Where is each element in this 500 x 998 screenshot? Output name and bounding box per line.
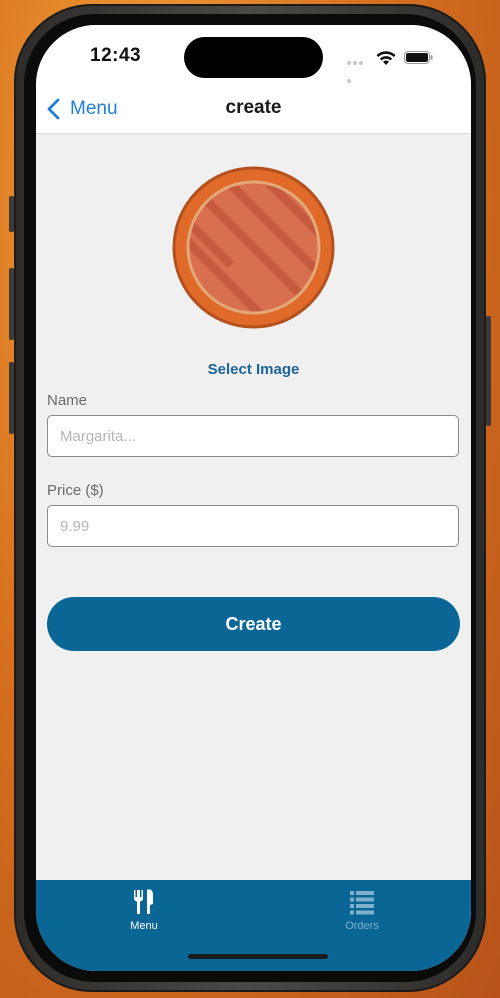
volume-up-button <box>9 268 14 340</box>
tab-orders[interactable]: Orders <box>312 888 412 940</box>
name-input[interactable] <box>47 415 459 457</box>
tab-menu-label: Menu <box>130 920 158 932</box>
power-button <box>486 316 491 426</box>
cellular-signal-icon <box>347 61 369 83</box>
volume-down-button <box>9 362 14 434</box>
header: 12:43 Menu create <box>36 25 471 134</box>
dynamic-island <box>184 37 323 78</box>
battery-icon <box>404 51 433 64</box>
page-title: create <box>225 97 282 118</box>
create-button[interactable]: Create <box>47 597 460 651</box>
tab-orders-label: Orders <box>345 920 379 932</box>
wifi-icon <box>376 51 396 65</box>
tab-menu[interactable]: Menu <box>94 888 194 940</box>
list-icon <box>350 891 374 915</box>
price-input[interactable] <box>47 505 459 547</box>
select-image-link[interactable]: Select Image <box>36 361 471 378</box>
action-button <box>9 196 14 232</box>
fork-knife-icon <box>134 889 153 914</box>
pizza-image[interactable] <box>171 165 336 330</box>
price-label: Price ($) <box>47 482 104 499</box>
app-screen: 12:43 Menu create Select Image Name Marg… <box>36 25 471 971</box>
home-indicator[interactable] <box>188 954 328 959</box>
status-time: 12:43 <box>90 45 142 66</box>
name-label: Name <box>47 392 88 409</box>
